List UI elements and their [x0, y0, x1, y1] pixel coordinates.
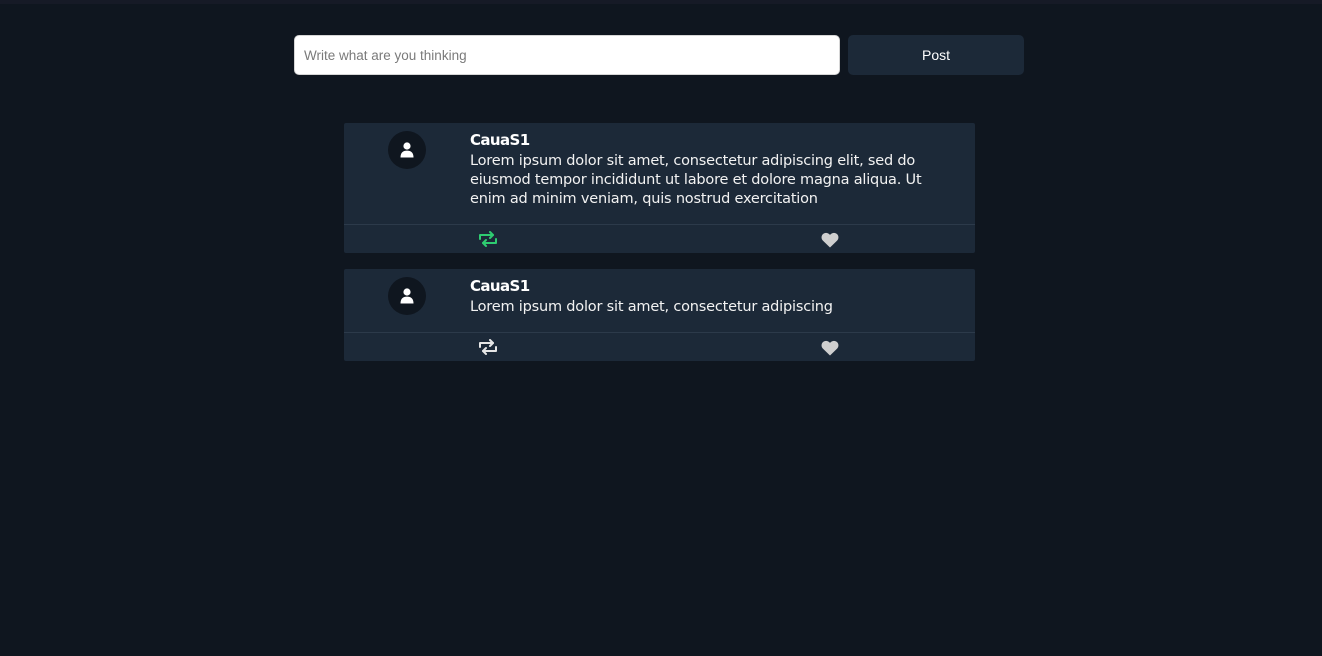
post-text: Lorem ipsum dolor sit amet, consectetur … — [470, 299, 833, 315]
post-username: CauaS1 — [470, 277, 530, 295]
retweet-icon[interactable] — [478, 231, 498, 247]
user-icon — [400, 142, 414, 158]
post-username: CauaS1 — [470, 131, 530, 149]
user-icon — [400, 288, 414, 304]
heart-icon[interactable] — [821, 232, 839, 248]
heart-icon[interactable] — [821, 340, 839, 356]
post-body: CauaS1 Lorem ipsum dolor sit amet, conse… — [344, 269, 975, 332]
post-feed: CauaS1 Lorem ipsum dolor sit amet, conse… — [344, 123, 975, 377]
post-card: CauaS1 Lorem ipsum dolor sit amet, conse… — [344, 123, 975, 253]
post-actions — [344, 332, 975, 361]
avatar — [388, 131, 426, 169]
post-content: CauaS1 Lorem ipsum dolor sit amet, conse… — [344, 123, 975, 224]
avatar — [388, 277, 426, 315]
top-border — [0, 0, 1322, 4]
post-content: CauaS1 Lorem ipsum dolor sit amet, conse… — [344, 269, 975, 332]
post-text: Lorem ipsum dolor sit amet, consectetur … — [470, 153, 922, 207]
post-input[interactable] — [294, 35, 840, 75]
post-card: CauaS1 Lorem ipsum dolor sit amet, conse… — [344, 269, 975, 361]
post-actions — [344, 224, 975, 253]
post-body: CauaS1 Lorem ipsum dolor sit amet, conse… — [344, 123, 975, 224]
retweet-icon[interactable] — [478, 339, 498, 355]
post-composer: Post — [294, 35, 1024, 75]
post-button[interactable]: Post — [848, 35, 1024, 75]
